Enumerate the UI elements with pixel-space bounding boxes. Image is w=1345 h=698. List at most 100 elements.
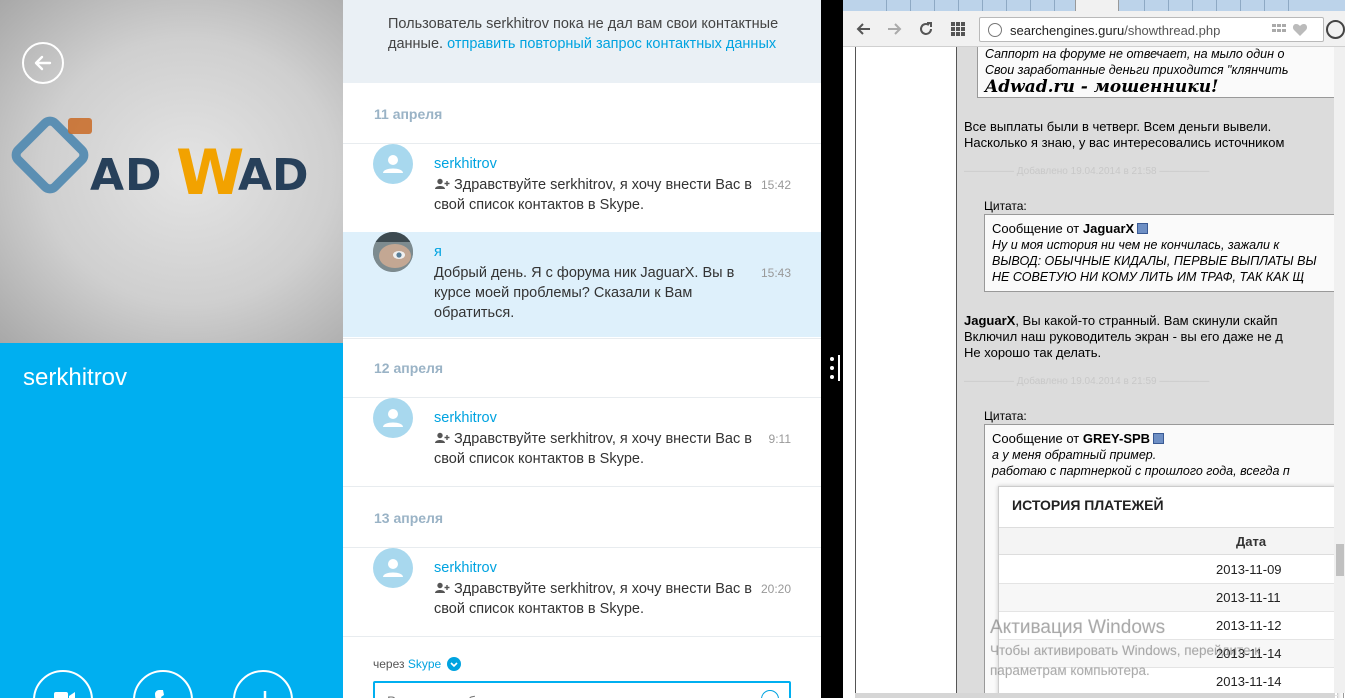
activation-subtitle: Чтобы активировать Windows, перейдите к … — [990, 643, 1261, 678]
scrollbar-thumb[interactable] — [1336, 544, 1344, 576]
contact-request-notice: Пользователь serkhitrov пока не дал вам … — [343, 0, 821, 83]
quote-box: Сообщение от JaguarX Ну и моя история ни… — [984, 214, 1344, 292]
send-via-selector[interactable]: через Skype — [373, 657, 461, 671]
message-text: Добрый день. Я с форума ник JaguarX. Вы … — [434, 265, 735, 321]
post-divider: ————— Добавлено 19.04.2014 в 21:59 ————— — [964, 376, 1210, 387]
horizontal-scrollbar[interactable] — [855, 693, 1335, 698]
browser-tab[interactable] — [1031, 0, 1055, 11]
forward-icon[interactable] — [885, 20, 903, 38]
tab-strip — [843, 0, 1345, 11]
message-text: Здравствуйте serkhitrov, я хочу внести В… — [434, 177, 752, 213]
message-sender: serkhitrov — [434, 560, 497, 576]
reload-icon[interactable] — [917, 20, 935, 38]
splitter-line — [838, 355, 840, 381]
svg-text:W: W — [176, 136, 244, 209]
browser-tab[interactable] — [959, 0, 983, 11]
chevron-down-icon — [446, 657, 461, 671]
back-icon[interactable] — [855, 20, 873, 38]
message-sender: я — [434, 244, 442, 260]
view-post-icon[interactable] — [1153, 433, 1165, 444]
browser-tab[interactable] — [1193, 0, 1217, 11]
svg-text:AD: AD — [238, 150, 309, 201]
browser-tab[interactable] — [1121, 0, 1145, 11]
activation-title: Активация Windows — [990, 617, 1166, 638]
browser-tab[interactable] — [1265, 0, 1289, 11]
contact-request-icon — [435, 178, 450, 189]
browser-tab[interactable] — [1007, 0, 1031, 11]
avatar — [373, 144, 413, 184]
chat-pane: Пользователь serkhitrov пока не дал вам … — [343, 0, 821, 698]
post-divider: ————— Добавлено 19.04.2014 в 21:58 ————— — [964, 166, 1210, 177]
contact-pane: AD W AD serkhitrov — [0, 0, 343, 698]
browser-tab[interactable] — [1217, 0, 1241, 11]
address-bar[interactable]: searchengines.guru/showthread.php — [979, 17, 1324, 42]
avatar — [373, 548, 413, 588]
browser-tab[interactable] — [863, 0, 887, 11]
browser-tab[interactable] — [935, 0, 959, 11]
table-row: 2013-11-09 — [999, 556, 1339, 584]
browser-tab[interactable] — [887, 0, 911, 11]
screen: AD W AD serkhitrov Пользователь serkhitr… — [0, 0, 1345, 698]
browser-tab[interactable] — [911, 0, 935, 11]
view-post-icon[interactable] — [1137, 223, 1149, 234]
adwad-logo: AD W AD — [11, 116, 309, 209]
site-info-icon[interactable] — [988, 23, 1002, 37]
message-time: 15:42 — [760, 178, 791, 192]
message-text: Здравствуйте serkhitrov, я хочу внести В… — [434, 581, 752, 617]
message-item-own[interactable]: я Добрый день. Я с форума ник JaguarX. В… — [343, 232, 821, 337]
contact-request-icon — [435, 582, 450, 593]
contact-name: serkhitrov — [23, 364, 128, 391]
send-via-service: Skype — [407, 657, 442, 671]
quote-author: JaguarX — [1082, 221, 1135, 236]
table-row: 2013-11-11 — [999, 584, 1339, 612]
thread-content: Саппорт на форуме не отвечает, на мыло о… — [957, 47, 1344, 698]
speed-dial-icon[interactable] — [1272, 24, 1286, 36]
default-user-icon — [383, 559, 403, 577]
app-splitter[interactable] — [821, 0, 843, 698]
add-button[interactable] — [233, 670, 293, 698]
headline: Adwad.ru - мошенники! — [985, 77, 1219, 97]
video-call-button[interactable] — [33, 670, 93, 698]
contact-request-icon — [435, 432, 450, 443]
post-text: JaguarX, Вы какой-то странный. Вам скину… — [964, 313, 1278, 328]
svg-text:AD: AD — [90, 150, 163, 201]
browser-tab[interactable] — [983, 0, 1007, 11]
message-sender: serkhitrov — [434, 410, 497, 426]
message-time: 20:20 — [760, 582, 791, 596]
page-sidebar — [855, 47, 957, 693]
active-tab[interactable] — [1075, 0, 1119, 11]
payment-history-title: ИСТОРИЯ ПЛАТЕЖЕЙ — [1012, 497, 1164, 513]
message-item[interactable]: serkhitrov Здравствуйте serkhitrov, я хо… — [343, 548, 821, 634]
divider — [343, 636, 821, 637]
resend-request-link[interactable]: отправить повторный запрос контактных да… — [447, 36, 776, 52]
vertical-scrollbar[interactable] — [1334, 47, 1345, 693]
browser-menu-icon[interactable] — [1326, 20, 1345, 39]
divider — [343, 486, 821, 487]
table-header: Дата — [999, 527, 1339, 555]
browser-tab[interactable] — [1241, 0, 1265, 11]
message-item[interactable]: serkhitrov Здравствуйте serkhitrov, я хо… — [343, 398, 821, 484]
default-user-icon — [383, 155, 403, 173]
splitter-grip-icon[interactable] — [829, 354, 835, 382]
date-header: 11 апреля — [374, 106, 443, 122]
apps-grid-icon[interactable] — [949, 20, 967, 38]
quote-label: Цитата: — [984, 409, 1027, 423]
browser-tab[interactable] — [1169, 0, 1193, 11]
heart-icon[interactable] — [1292, 23, 1308, 37]
phone-icon — [155, 690, 164, 698]
post-text: Насколько я знаю, у вас интересовались и… — [964, 135, 1285, 150]
browser-toolbar: searchengines.guru/showthread.php — [843, 11, 1345, 47]
date-header: 13 апреля — [374, 510, 444, 526]
divider — [343, 338, 821, 339]
browser-window: searchengines.guru/showthread.php Саппор… — [843, 0, 1345, 698]
message-item[interactable]: serkhitrov Здравствуйте serkhitrov, я хо… — [343, 144, 821, 230]
plus-icon — [263, 691, 267, 698]
voice-call-button[interactable] — [133, 670, 193, 698]
message-input[interactable] — [373, 681, 791, 698]
browser-tab[interactable] — [1145, 0, 1169, 11]
url-text: searchengines.guru/showthread.php — [1010, 23, 1221, 38]
forum-page: Саппорт на форуме не отвечает, на мыло о… — [843, 47, 1345, 698]
windows-activation-watermark: Активация Windows Чтобы активировать Win… — [990, 617, 1260, 681]
back-button[interactable] — [22, 42, 64, 84]
post-text: Включил наш руководитель экран - вы его … — [964, 329, 1283, 344]
